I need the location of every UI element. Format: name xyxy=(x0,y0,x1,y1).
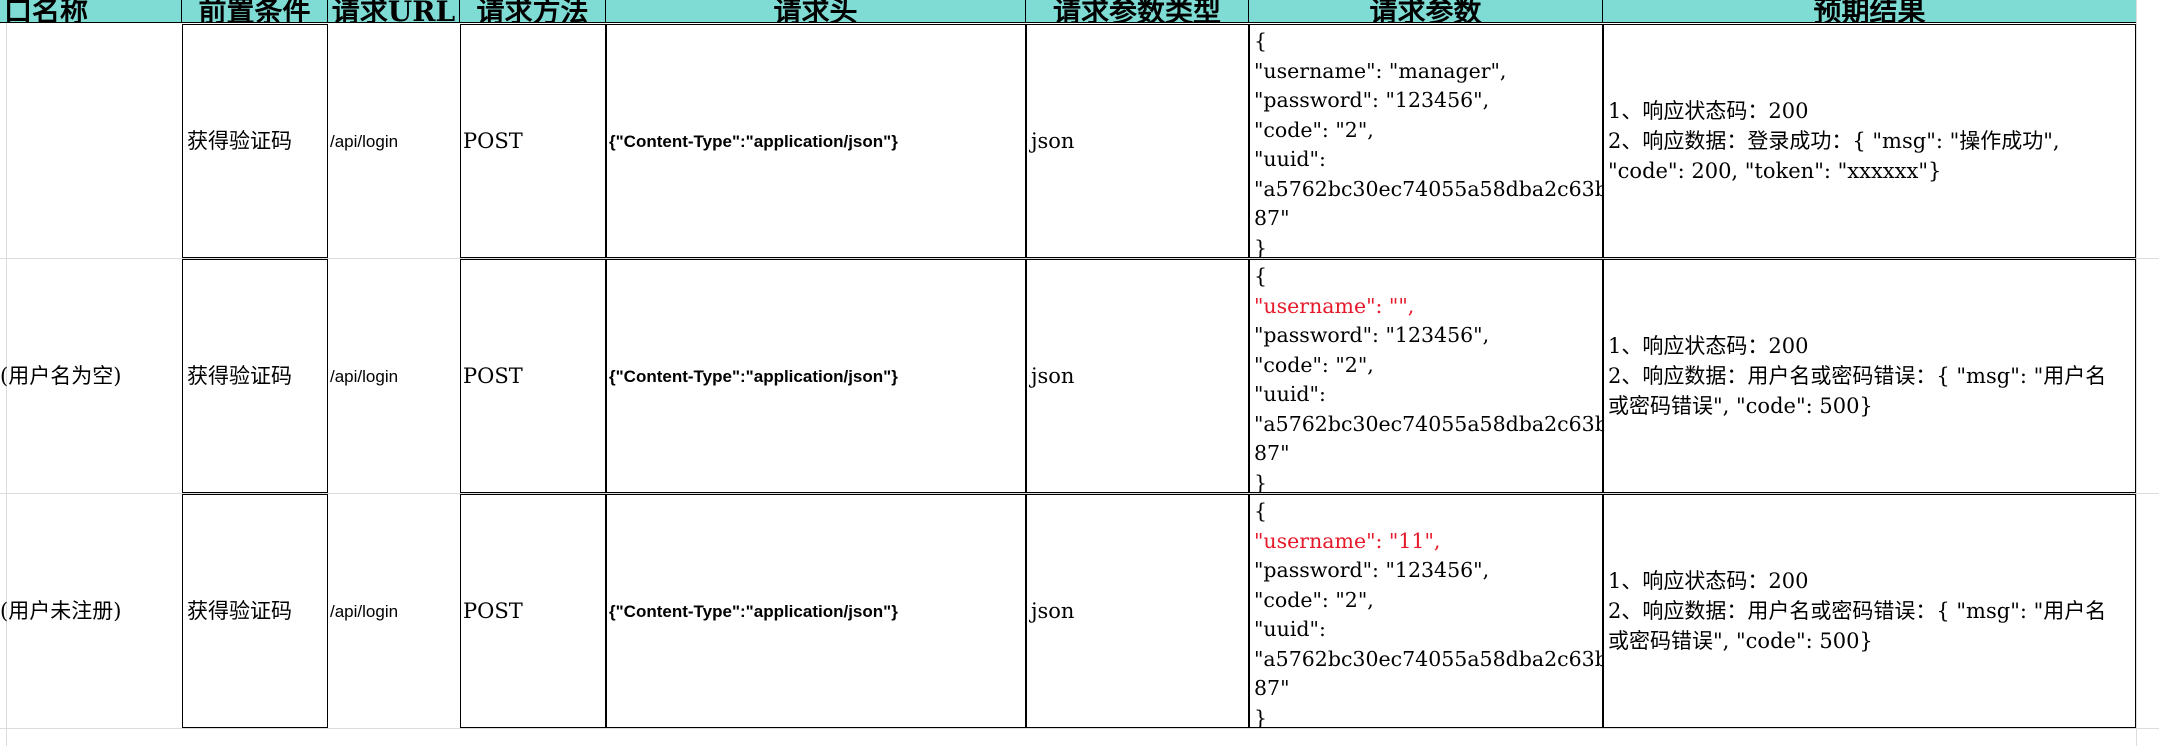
param-line: "code": "2", xyxy=(1254,117,1374,142)
request-method-text: POST xyxy=(463,363,523,388)
highlighted-param-line: "username": "11", xyxy=(1254,528,1441,553)
param-line: "uuid": xyxy=(1254,382,1326,406)
expected-result-cell[interactable]: 1、响应状态码：200 2、响应数据：用户名或密码错误：{ "msg": "用户名… xyxy=(1603,259,2136,493)
header-request-headers[interactable]: 请求头 xyxy=(606,0,1026,22)
expected-line: "code": 200, "token": "xxxxxx"} xyxy=(1608,159,1942,183)
header-request-method[interactable]: 请求方法 xyxy=(460,0,606,22)
param-line: "a5762bc30ec74055a58dba2c63b010 xyxy=(1254,176,1602,201)
expected-line: 或密码错误", "code": 500} xyxy=(1608,629,1873,653)
request-method-text: POST xyxy=(463,128,523,153)
request-params-cell[interactable]: { "username": "11", "password": "123456", "… xyxy=(1249,494,1603,728)
precondition-cell[interactable]: 获得验证码 xyxy=(182,494,328,728)
header-row: 口名称 前置条件 请求URL 请求方法 请求头 请求参数类型 请求参数 预期结果 xyxy=(0,0,2136,23)
request-headers-text: {"Content-Type":"application/json"} xyxy=(609,131,898,151)
interface-name-cell[interactable]: (用户名为空) xyxy=(0,259,182,493)
param-line: { xyxy=(1254,29,1268,53)
expected-result-cell[interactable]: 1、响应状态码：200 2、响应数据：登录成功：{ "msg": "操作成功", "… xyxy=(1603,24,2136,258)
param-line: "password": "123456", xyxy=(1254,323,1490,347)
params-json-block: { "username": "11", "password": "123456", "… xyxy=(1250,495,1602,728)
request-url-cell[interactable]: /api/login xyxy=(328,494,460,728)
param-line: "username": "manager", xyxy=(1254,58,1507,83)
precondition-text: 获得验证码 xyxy=(187,598,292,623)
param-line: { xyxy=(1254,264,1268,288)
expected-line: 2、响应数据：登录成功：{ "msg": "操作成功", xyxy=(1608,129,2060,153)
param-line: "a5762bc30ec74055a58dba2c63b010 xyxy=(1254,646,1602,671)
interface-name-text: (用户名为空) xyxy=(0,363,122,388)
expected-result-cell[interactable]: 1、响应状态码：200 2、响应数据：用户名或密码错误：{ "msg": "用户名… xyxy=(1603,494,2136,728)
request-url-text: /api/login xyxy=(330,366,399,386)
request-params-cell[interactable]: { "username": "", "password": "123456", "co… xyxy=(1249,259,1603,493)
expected-line: 或密码错误", "code": 500} xyxy=(1608,394,1873,418)
gridline xyxy=(2136,0,2137,746)
request-method-text: POST xyxy=(463,598,523,623)
header-precondition[interactable]: 前置条件 xyxy=(182,0,328,22)
header-expected-result[interactable]: 预期结果 xyxy=(1603,0,2136,22)
expected-result-text: 1、响应状态码：200 2、响应数据：登录成功：{ "msg": "操作成功", "… xyxy=(1604,96,2060,186)
header-interface-name[interactable]: 口名称 xyxy=(0,0,182,22)
request-url-cell[interactable]: /api/login xyxy=(328,24,460,258)
header-param-type[interactable]: 请求参数类型 xyxy=(1026,0,1249,22)
param-line: } xyxy=(1254,705,1268,728)
request-url-cell[interactable]: /api/login xyxy=(328,259,460,493)
request-headers-text: {"Content-Type":"application/json"} xyxy=(609,601,898,621)
param-line: } xyxy=(1254,235,1268,258)
param-type-cell[interactable]: json xyxy=(1026,24,1249,258)
param-line: { xyxy=(1254,499,1268,523)
gridline xyxy=(0,728,2159,729)
param-line: "code": "2", xyxy=(1254,587,1374,612)
request-method-cell[interactable]: POST xyxy=(460,259,606,493)
request-url-text: /api/login xyxy=(330,131,399,151)
param-line: } xyxy=(1254,470,1268,493)
param-line: "uuid": xyxy=(1254,147,1326,171)
param-line: "code": "2", xyxy=(1254,352,1374,377)
expected-line: 2、响应数据：用户名或密码错误：{ "msg": "用户名 xyxy=(1608,364,2107,388)
request-method-cell[interactable]: POST xyxy=(460,24,606,258)
param-type-cell[interactable]: json xyxy=(1026,494,1249,728)
param-type-text: json xyxy=(1031,128,1075,153)
param-line: 87" xyxy=(1254,441,1290,465)
precondition-cell[interactable]: 获得验证码 xyxy=(182,259,328,493)
param-type-text: json xyxy=(1031,598,1075,623)
request-params-cell[interactable]: { "username": "manager", "password": "1234… xyxy=(1249,24,1603,258)
precondition-text: 获得验证码 xyxy=(187,128,292,153)
params-json-block: { "username": "", "password": "123456", "co… xyxy=(1250,260,1602,493)
highlighted-param-line: "username": "", xyxy=(1254,293,1415,318)
header-params[interactable]: 请求参数 xyxy=(1249,0,1603,22)
param-type-cell[interactable]: json xyxy=(1026,259,1249,493)
param-line: "uuid": xyxy=(1254,617,1326,641)
param-line: "password": "123456", xyxy=(1254,88,1490,112)
request-url-text: /api/login xyxy=(330,601,399,621)
expected-line: 1、响应状态码：200 xyxy=(1608,334,1809,358)
request-headers-text: {"Content-Type":"application/json"} xyxy=(609,366,898,386)
param-line: 87" xyxy=(1254,206,1290,230)
params-json-block: { "username": "manager", "password": "1234… xyxy=(1250,25,1602,258)
param-line: "password": "123456", xyxy=(1254,558,1490,582)
expected-line: 1、响应状态码：200 xyxy=(1608,99,1809,123)
precondition-cell[interactable]: 获得验证码 xyxy=(182,24,328,258)
expected-line: 1、响应状态码：200 xyxy=(1608,569,1809,593)
request-headers-cell[interactable]: {"Content-Type":"application/json"} xyxy=(606,24,1026,258)
request-method-cell[interactable]: POST xyxy=(460,494,606,728)
expected-line: 2、响应数据：用户名或密码错误：{ "msg": "用户名 xyxy=(1608,599,2107,623)
interface-name-text: (用户未注册) xyxy=(0,598,122,623)
precondition-text: 获得验证码 xyxy=(187,363,292,388)
interface-name-cell[interactable] xyxy=(0,24,182,258)
expected-result-text: 1、响应状态码：200 2、响应数据：用户名或密码错误：{ "msg": "用户名… xyxy=(1604,566,2106,656)
interface-name-cell[interactable]: (用户未注册) xyxy=(0,494,182,728)
header-request-url[interactable]: 请求URL xyxy=(328,0,460,22)
param-line: 87" xyxy=(1254,676,1290,700)
request-headers-cell[interactable]: {"Content-Type":"application/json"} xyxy=(606,494,1026,728)
param-type-text: json xyxy=(1031,363,1075,388)
expected-result-text: 1、响应状态码：200 2、响应数据：用户名或密码错误：{ "msg": "用户名… xyxy=(1604,331,2106,421)
param-line: "a5762bc30ec74055a58dba2c63b010 xyxy=(1254,411,1602,436)
request-headers-cell[interactable]: {"Content-Type":"application/json"} xyxy=(606,259,1026,493)
spreadsheet: 口名称 前置条件 请求URL 请求方法 请求头 请求参数类型 请求参数 预期结果… xyxy=(0,0,2159,746)
